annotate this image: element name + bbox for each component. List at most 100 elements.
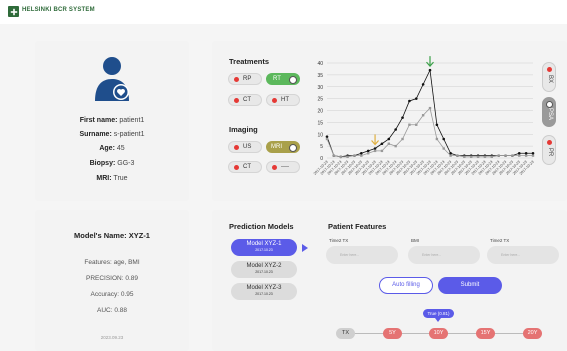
series-line xyxy=(326,68,533,158)
toggle-knob-icon xyxy=(289,144,297,152)
red-dot-icon xyxy=(272,164,277,170)
data-point xyxy=(531,151,535,155)
model-xyz-3-button[interactable]: Model XYZ-3 2017.10.23 xyxy=(231,283,297,300)
data-point xyxy=(387,142,390,145)
bmi-input[interactable]: Enter here... xyxy=(408,246,480,264)
data-point xyxy=(387,137,391,141)
chip-ct-imaging[interactable]: CT xyxy=(228,161,262,173)
model-xyz-2-button[interactable]: Model XYZ-2 2017.10.23 xyxy=(231,261,297,278)
data-point xyxy=(421,83,425,86)
data-point xyxy=(380,149,384,153)
y-tick-label: 30 xyxy=(317,85,323,91)
data-point xyxy=(346,155,349,159)
y-tick-label: 35 xyxy=(317,73,323,79)
data-point xyxy=(449,154,452,157)
data-point xyxy=(428,106,432,110)
y-tick-label: 25 xyxy=(317,97,323,103)
series-line xyxy=(326,107,533,158)
timeline-point-tx[interactable]: TX xyxy=(336,328,355,339)
data-point xyxy=(401,116,404,119)
side-tab-bx[interactable]: BX xyxy=(542,62,556,92)
data-point xyxy=(421,114,425,117)
toggle-knob-icon xyxy=(289,76,297,84)
field-label-bmi: BMI xyxy=(411,238,420,243)
data-point xyxy=(517,151,521,155)
data-point xyxy=(408,99,411,103)
data-point xyxy=(353,154,356,157)
patient-features-title: Patient Features xyxy=(328,222,387,231)
top-bar: HELSINKI BCR SYSTEM xyxy=(0,0,567,24)
data-point xyxy=(470,155,473,159)
data-point xyxy=(325,137,329,141)
chip-rp[interactable]: RP xyxy=(228,73,262,85)
time2tx-input-2[interactable]: Enter here... xyxy=(487,246,559,264)
data-point xyxy=(373,149,377,153)
data-point xyxy=(483,155,487,159)
data-point xyxy=(504,154,507,157)
submit-button[interactable]: Submit xyxy=(438,277,502,294)
y-tick-label: 10 xyxy=(317,132,323,138)
logo-icon xyxy=(8,6,19,17)
surname-value: s-patient1 xyxy=(113,131,145,138)
data-point xyxy=(435,137,439,141)
auto-filling-button[interactable]: Auto filling xyxy=(379,277,433,294)
data-point xyxy=(373,147,377,150)
model-features: Features: age, BMI xyxy=(84,259,140,266)
toggle-rt[interactable]: RT xyxy=(266,73,300,85)
patient-avatar-icon xyxy=(92,55,132,105)
data-point xyxy=(463,155,466,159)
field-label-time2tx: Time2 TX xyxy=(329,238,349,243)
side-tab-pr[interactable]: PR xyxy=(542,135,556,165)
data-point xyxy=(366,149,370,153)
age-row: Age: 45 xyxy=(99,145,125,152)
data-point xyxy=(367,152,370,155)
timeline-point-5y[interactable]: 5Y xyxy=(383,328,402,339)
y-tick-label: 20 xyxy=(317,109,323,115)
chip-ht[interactable]: HT xyxy=(266,94,300,106)
biopsy-row: Biopsy: GG-3 xyxy=(89,160,135,167)
prediction-title: Prediction Models xyxy=(229,222,294,231)
treatments-title: Treatments xyxy=(229,57,270,66)
red-dot-icon xyxy=(547,140,552,145)
first-name-row: First name: patient1 xyxy=(79,117,145,124)
data-point xyxy=(428,68,432,72)
model-date: 2023.09.23 xyxy=(100,335,124,340)
field-label-time2tx-2: Time2 TX xyxy=(490,238,510,243)
data-point xyxy=(332,154,336,157)
side-tab-psa[interactable]: PSA xyxy=(542,97,556,127)
red-dot-icon xyxy=(234,97,239,103)
imaging-title: Imaging xyxy=(229,125,258,134)
chip-other[interactable]: ---- xyxy=(266,161,300,173)
data-point xyxy=(339,155,342,159)
data-point xyxy=(401,137,404,141)
model-accuracy: Accuracy: 0.95 xyxy=(90,291,134,298)
data-point xyxy=(360,154,363,157)
red-dot-icon xyxy=(234,164,239,170)
timeline-point-20y[interactable]: 20Y xyxy=(523,328,542,339)
data-point xyxy=(435,123,439,127)
model-xyz-1-button[interactable]: Model XYZ-1 2017.10.23 xyxy=(231,239,297,256)
red-dot-icon xyxy=(547,67,552,72)
time2tx-input[interactable]: Enter here... xyxy=(326,246,398,264)
data-point xyxy=(360,151,363,155)
y-tick-label: 5 xyxy=(320,144,323,150)
toggle-mri[interactable]: MRI xyxy=(266,141,300,153)
data-point xyxy=(414,97,418,100)
mri-value: True xyxy=(113,175,128,182)
app-title: HELSINKI BCR SYSTEM xyxy=(22,7,95,13)
chip-us[interactable]: US xyxy=(228,141,262,153)
mri-row: MRI: True xyxy=(96,175,128,182)
model-name: Model's Name: XYZ-1 xyxy=(74,231,150,240)
red-dot-icon xyxy=(234,144,239,150)
psa-line-chart: 05101520253035402017-10-232017-10-232017… xyxy=(313,56,535,176)
prediction-result-flag: True (0.81) xyxy=(423,309,454,318)
y-tick-label: 15 xyxy=(317,120,323,126)
chip-ct[interactable]: CT xyxy=(228,94,262,106)
data-point xyxy=(394,128,397,131)
flag-pointer-icon xyxy=(435,318,441,322)
data-point xyxy=(497,154,500,157)
timeline-point-15y[interactable]: 15Y xyxy=(476,328,495,339)
timeline-point-10y[interactable]: 10Y xyxy=(429,328,448,339)
red-dot-icon xyxy=(272,97,277,103)
data-point xyxy=(511,154,514,157)
